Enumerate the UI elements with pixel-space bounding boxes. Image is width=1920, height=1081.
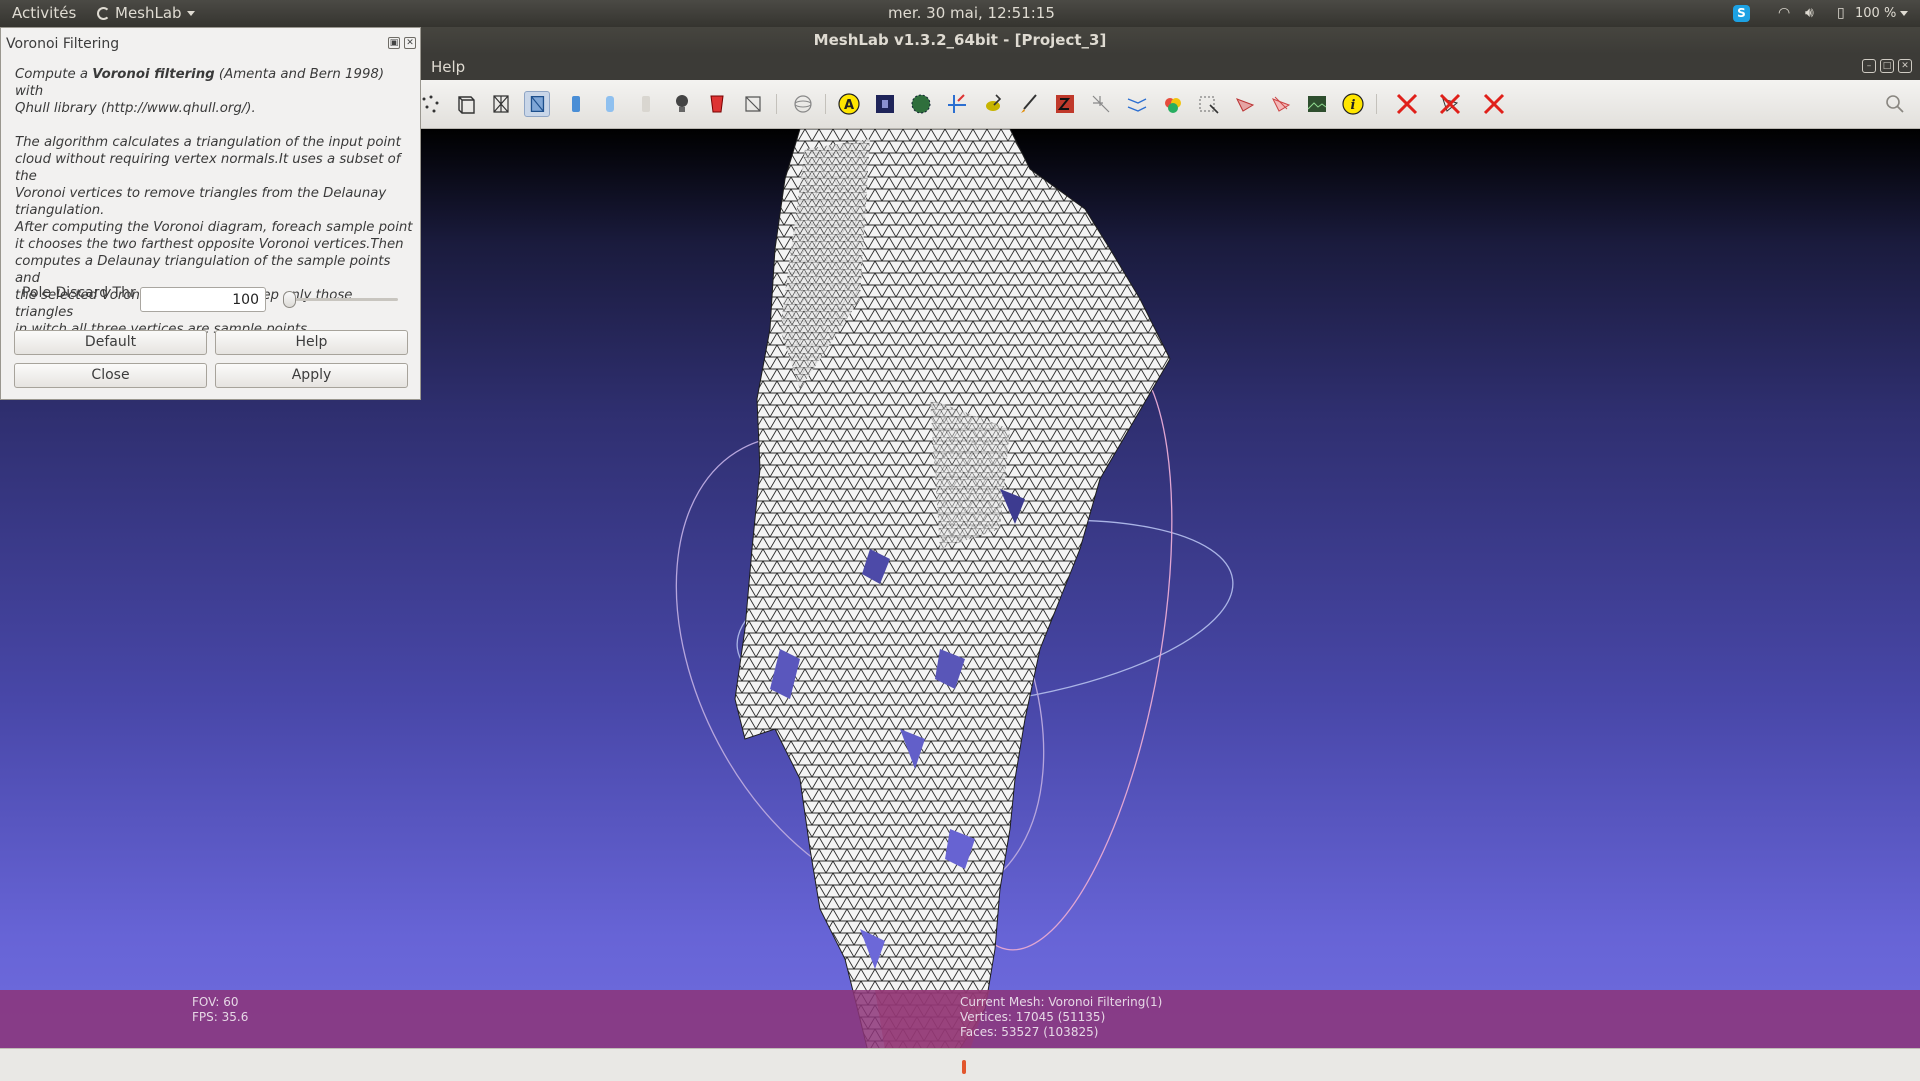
trackball-icon[interactable] [790,91,816,117]
description-line: Qhull library (http://www.qhull.org/). [15,101,256,116]
default-button[interactable]: Default [14,330,207,355]
voronoi-filter-dialog: Voronoi Filtering ▣ ✕ Compute a Voronoi … [0,27,421,400]
select-faces-icon[interactable] [1196,91,1222,117]
battery-icon[interactable]: ▯ [1837,0,1845,27]
description-line: Compute a Voronoi filtering (Amenta and … [15,66,413,100]
description-line: triangulation. [15,203,105,218]
texture-icon[interactable] [633,91,659,117]
light-icon[interactable] [669,91,695,117]
minimize-icon[interactable]: – [1862,59,1876,73]
faces-readout: Faces: 53527 (103825) [960,1025,1099,1039]
activities-button[interactable]: Activités [12,0,76,27]
chevron-down-icon [186,11,195,16]
search-icon[interactable] [1882,91,1908,117]
system-menu-chevron-icon[interactable] [1900,11,1908,16]
align-icon[interactable] [1088,91,1114,117]
description-line: cloud without requiring vertex normals.I… [15,152,401,184]
close-icon[interactable]: ✕ [1898,59,1912,73]
svg-text:A: A [844,98,854,113]
flat-shading-icon[interactable] [563,91,589,117]
bounding-box-icon[interactable] [453,91,479,117]
wireframe-icon[interactable] [488,91,514,117]
status-bar [0,1048,1920,1081]
float-dialog-icon[interactable]: ▣ [388,37,400,49]
info-icon[interactable]: i [1340,91,1366,117]
delete-vertices-icon[interactable] [1481,91,1507,117]
pole-discard-label: Pole Discard Thr [22,285,136,301]
pick-points-icon[interactable] [980,91,1006,117]
raster-layer-icon[interactable] [872,91,898,117]
description-line: The algorithm calculates a triangulation… [15,135,401,150]
meshlab-app-icon [97,7,110,20]
annotation-icon[interactable]: A [836,91,862,117]
toolbar-separator [776,94,777,114]
dialog-title: Voronoi Filtering [6,36,120,52]
slider-handle[interactable] [282,291,296,308]
battery-label[interactable]: 100 % [1855,0,1896,27]
snapshot-icon[interactable] [1304,91,1330,117]
pole-discard-slider[interactable] [284,298,398,301]
restore-icon[interactable]: □ [1880,59,1894,73]
wifi-icon[interactable]: ◠ [1778,0,1790,27]
close-button[interactable]: Close [14,363,207,388]
toolbar-separator [1376,94,1377,114]
paint-icon[interactable] [1016,91,1042,117]
description-line: computes a Delaunay triangulation of the… [15,254,391,286]
delete-faces-icon[interactable] [1437,91,1463,117]
z-painting-icon[interactable] [1052,91,1078,117]
select-vertices-icon[interactable] [1232,91,1258,117]
select-connected-icon[interactable] [1268,91,1294,117]
help-button[interactable]: Help [215,330,408,355]
hidden-lines-icon[interactable] [524,91,550,117]
skype-icon[interactable]: S [1733,5,1750,22]
manipulator-icon[interactable] [1124,91,1150,117]
description-line: Voronoi vertices to remove triangles fro… [15,186,387,201]
svg-text:i: i [1351,98,1356,113]
render-stats: FOV: 60 FPS: 35.6 [192,995,248,1025]
delete-selection-icon[interactable] [1394,91,1420,117]
description-line: it chooses the two farthest opposite Vor… [15,237,404,252]
menu-help[interactable]: Help [431,54,465,80]
description-line: After computing the Voronoi diagram, for… [15,220,413,235]
mesh-stats: Current Mesh: Voronoi Filtering(1) Verti… [960,995,1162,1040]
color-icon[interactable] [1160,91,1186,117]
select-points-icon[interactable] [418,91,444,117]
backface-icon[interactable] [704,91,730,117]
description-bold: Voronoi filtering [92,67,215,82]
current-mesh-readout: Current Mesh: Voronoi Filtering(1) [960,995,1163,1009]
app-menu[interactable]: MeshLab [97,0,195,27]
info-overlay: FOV: 60 FPS: 35.6 Current Mesh: Voronoi … [0,990,1920,1048]
smooth-shading-icon[interactable] [597,91,623,117]
description-text: Compute a [15,67,93,82]
clock[interactable]: mer. 30 mai, 12:51:15 [888,0,1055,27]
close-dialog-icon[interactable]: ✕ [404,37,416,49]
apply-button[interactable]: Apply [215,363,408,388]
sphere-icon[interactable] [908,91,934,117]
volume-icon[interactable]: 🔊︎ [1805,0,1814,27]
top-panel: Activités MeshLab mer. 30 mai, 12:51:15 … [0,0,1920,27]
vertices-readout: Vertices: 17045 (51135) [960,1010,1106,1024]
pole-discard-input[interactable] [140,287,266,312]
app-menu-label: MeshLab [115,4,182,22]
fps-readout: FPS: 35.6 [192,1010,249,1024]
fov-readout: FOV: 60 [192,995,239,1009]
toolbar-separator [825,94,826,114]
progress-indicator [962,1060,966,1074]
double-side-icon[interactable] [740,91,766,117]
measure-tool-icon[interactable] [944,91,970,117]
